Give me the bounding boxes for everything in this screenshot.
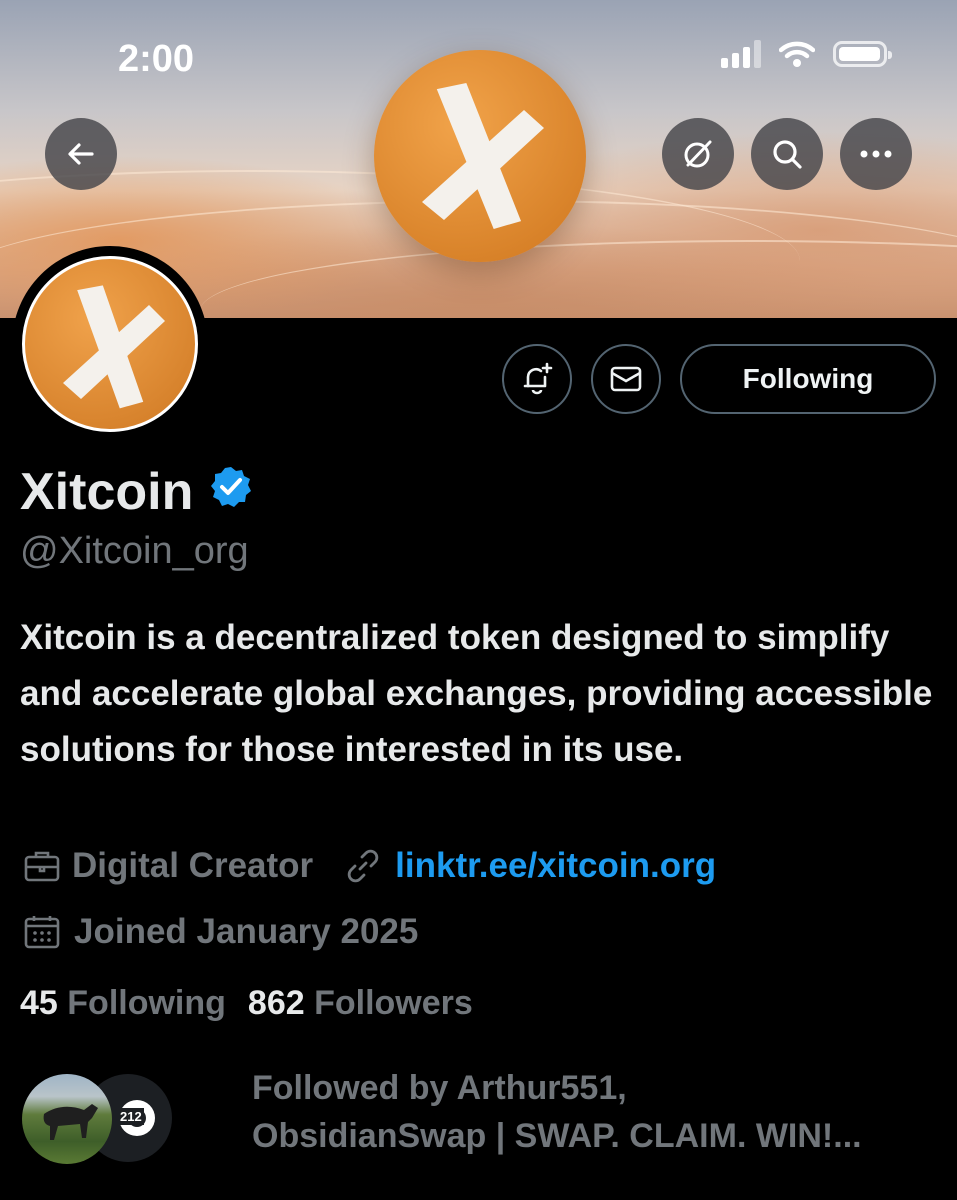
avatar-image (22, 256, 198, 432)
notifications-button[interactable] (502, 344, 572, 414)
following-button[interactable]: Following (680, 344, 936, 414)
envelope-icon (610, 366, 642, 392)
link-icon (347, 849, 379, 883)
profile-stats: 45 Following 862 Followers (20, 984, 473, 1023)
wifi-icon (779, 41, 815, 67)
follower-avatar-1[interactable] (22, 1074, 112, 1164)
more-icon (860, 150, 892, 158)
status-bar-icons (721, 40, 892, 68)
following-count: 45 (20, 984, 58, 1022)
following-stat[interactable]: 45 Following (20, 984, 226, 1023)
profile-avatar[interactable] (12, 246, 208, 442)
cellular-signal-icon (721, 40, 761, 68)
briefcase-icon (24, 851, 60, 882)
following-label: Following (67, 984, 226, 1022)
profile-name-row: Xitcoin (20, 462, 253, 522)
profile-bio: Xitcoin is a decentralized token designe… (20, 618, 933, 769)
followers-label: Followers (314, 984, 473, 1022)
bell-plus-icon (523, 362, 553, 395)
grok-icon (684, 140, 712, 168)
profile-handle: @Xitcoin_org (20, 530, 249, 572)
arrow-left-icon (68, 143, 94, 165)
followed-by-line1: Followed by Arthur551, (252, 1069, 627, 1107)
status-bar-time: 2:00 (118, 38, 195, 80)
calendar-icon (24, 916, 60, 949)
battery-icon (833, 41, 892, 67)
profile-category: Digital Creator (72, 846, 314, 885)
verified-badge-icon[interactable] (209, 462, 253, 522)
search-icon (773, 140, 802, 169)
followed-by-text[interactable]: Followed by Arthur551, ObsidianSwap | SW… (252, 1064, 952, 1160)
banner-logo (374, 50, 586, 262)
grok-button[interactable] (662, 118, 734, 190)
followers-stat[interactable]: 862 Followers (248, 984, 473, 1023)
profile-website-link[interactable]: linktr.ee/xitcoin.org (395, 846, 716, 886)
more-options-button[interactable] (840, 118, 912, 190)
profile-meta-row: Digital Creator linktr.ee/xitcoin.org (22, 846, 716, 886)
followed-by-line2: ObsidianSwap | SWAP. CLAIM. WIN!... (252, 1117, 862, 1155)
profile-name: Xitcoin (20, 463, 194, 521)
avatar-badge-text: 212 (118, 1108, 144, 1125)
followers-count: 862 (247, 984, 305, 1022)
profile-joined-date: Joined January 2025 (74, 912, 419, 951)
profile-joined-row: Joined January 2025 (22, 912, 418, 952)
back-button[interactable] (45, 118, 117, 190)
message-button[interactable] (591, 344, 661, 414)
search-button[interactable] (751, 118, 823, 190)
